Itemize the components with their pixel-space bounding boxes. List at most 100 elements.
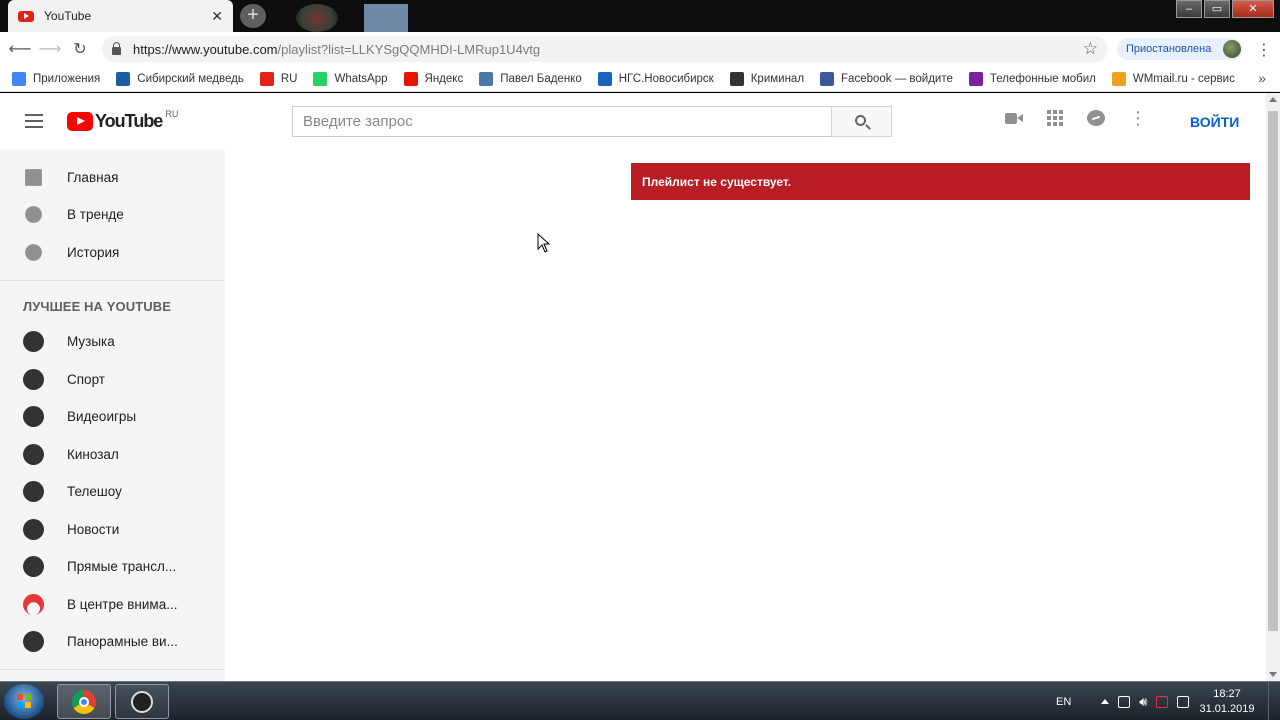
- profile-button[interactable]: Приостановлена: [1117, 38, 1243, 60]
- guide-item-label: История: [67, 245, 120, 260]
- reload-icon[interactable]: ↻: [65, 39, 95, 59]
- scroll-down-icon[interactable]: [1269, 672, 1277, 677]
- bookmark-label: Приложения: [33, 72, 101, 85]
- bookmark-item[interactable]: Телефонные мобил: [968, 71, 1096, 86]
- masthead: YouTube RU ⋮ ВОЙТИ: [0, 93, 1266, 149]
- guide-item[interactable]: Видеоигры: [0, 398, 225, 435]
- yandex-icon: [403, 71, 418, 86]
- scroll-up-icon[interactable]: [1269, 97, 1277, 102]
- volume-icon[interactable]: 🔊︎: [1139, 694, 1147, 710]
- bookmark-label: Facebook — войдите: [841, 72, 953, 85]
- create-video-icon[interactable]: [1005, 111, 1023, 125]
- bookmark-item[interactable]: НГС.Новосибирск: [597, 71, 714, 86]
- tab-close-icon[interactable]: ✕: [211, 8, 223, 25]
- wmmail-icon: [1111, 71, 1126, 86]
- url-path: /playlist?list=LLKYSgQQMHDI-LMRup1U4vtg: [277, 41, 541, 57]
- bookmark-item[interactable]: Facebook — войдите: [820, 71, 953, 86]
- whatsapp-icon: [313, 71, 328, 86]
- movies-icon: [23, 443, 44, 465]
- guide-item[interactable]: Прямые трансл...: [0, 548, 225, 585]
- guide-item[interactable]: Музыка: [0, 323, 225, 360]
- bookmark-item[interactable]: Криминал: [729, 71, 805, 86]
- close-window-button[interactable]: ✕: [1232, 0, 1274, 18]
- bookmark-label: Павел Баденко: [500, 72, 582, 85]
- network-warning-icon[interactable]: [1156, 695, 1169, 708]
- guide-sidebar: Главная В тренде История ЛУЧШЕЕ НА YOUTUBE М…: [0, 149, 225, 681]
- browser-tab-strip: YouTube ✕ + – ▭ ✕: [0, 0, 1280, 32]
- guide-item[interactable]: Кинозал: [0, 436, 225, 473]
- clock[interactable]: 18:27 31.01.2019: [1196, 687, 1258, 717]
- vr-icon: [23, 631, 44, 652]
- bookmarks-overflow-icon[interactable]: »: [1258, 70, 1266, 86]
- guide-item[interactable]: Главная: [0, 159, 225, 196]
- address-bar[interactable]: https://www.youtube.com/playlist?list=LL…: [102, 36, 1108, 62]
- guide-item-label: Прямые трансл...: [67, 559, 177, 574]
- maximize-button[interactable]: ▭: [1204, 0, 1230, 18]
- bookmark-label: WMmail.ru - сервис: [1132, 72, 1235, 85]
- bookmark-item[interactable]: RU: [259, 71, 297, 86]
- clock-date: 31.01.2019: [1199, 703, 1255, 715]
- guide-item[interactable]: В центре внима...: [0, 586, 225, 623]
- page-scrollbar[interactable]: [1266, 93, 1280, 681]
- apps-grid-icon: [12, 71, 26, 86]
- taskbar-chrome[interactable]: [57, 684, 111, 719]
- desktop-screen: YouTube ✕ + – ▭ ✕ ⟵ ⟶ ↻ https://www.yout…: [0, 0, 1280, 720]
- search-input[interactable]: [303, 113, 831, 130]
- windows-taskbar: EN 🔊︎ 18:27 31.01.2019: [0, 681, 1280, 720]
- guide-item-label: В центре внима...: [67, 596, 178, 612]
- settings-more-icon[interactable]: ⋮: [1129, 109, 1147, 127]
- search-button[interactable]: [831, 106, 892, 137]
- youtube-icon: [259, 71, 274, 86]
- start-button[interactable]: [4, 684, 44, 719]
- guide-item[interactable]: В тренде: [0, 196, 225, 233]
- guide-item[interactable]: История: [0, 234, 225, 271]
- guide-item[interactable]: Панорамные ви...: [0, 623, 225, 660]
- guide-item[interactable]: Спорт: [0, 361, 225, 398]
- bookmark-label: Яндекс: [424, 72, 464, 85]
- messages-icon[interactable]: [1087, 110, 1105, 126]
- youtube-favicon-icon: [18, 10, 34, 22]
- back-arrow-icon[interactable]: ⟵: [5, 39, 35, 59]
- guide-item-label: Панорамные ви...: [67, 634, 178, 649]
- window-controls: – ▭ ✕: [1176, 0, 1274, 18]
- bookmarks-bar: Приложения Сибирский медведь RU WhatsApp Янд…: [0, 66, 1280, 92]
- browser-tab[interactable]: YouTube ✕: [8, 0, 233, 32]
- chrome-icon: [72, 690, 96, 714]
- bookmark-label: НГС.Новосибирск: [618, 72, 714, 85]
- bookmark-item[interactable]: WMmail.ru - сервис: [1111, 71, 1235, 86]
- action-center-icon[interactable]: [1177, 695, 1190, 708]
- flame-icon: [25, 206, 42, 223]
- browser-menu-icon[interactable]: ⋮: [1256, 40, 1272, 60]
- scrollbar-thumb[interactable]: [1268, 111, 1278, 631]
- music-icon: [23, 331, 44, 352]
- guide-divider: [0, 669, 225, 670]
- minimize-button[interactable]: –: [1176, 0, 1202, 18]
- sign-in-button[interactable]: ВОЙТИ: [1190, 114, 1239, 130]
- bookmark-star-icon[interactable]: ☆: [1083, 39, 1098, 59]
- bookmark-item[interactable]: Яндекс: [403, 71, 464, 86]
- guide-item[interactable]: Новости: [0, 511, 225, 548]
- show-hidden-icons-icon[interactable]: [1101, 699, 1110, 704]
- language-indicator[interactable]: EN: [1056, 696, 1071, 708]
- background-window-thumbnail: [296, 4, 338, 32]
- apps-grid-icon[interactable]: [1047, 110, 1063, 126]
- bear-icon: [116, 71, 131, 86]
- bookmark-item[interactable]: WhatsApp: [313, 71, 388, 86]
- tv-icon: [23, 481, 44, 502]
- guide-menu-icon[interactable]: [25, 114, 43, 128]
- forward-arrow-icon[interactable]: ⟶: [35, 39, 65, 59]
- youtube-logo[interactable]: YouTube RU: [67, 109, 178, 132]
- bookmark-item[interactable]: Павел Баденко: [479, 71, 582, 86]
- new-tab-button[interactable]: +: [240, 4, 266, 28]
- taskbar-obs[interactable]: [115, 684, 169, 719]
- bookmark-item[interactable]: Сибирский медведь: [116, 71, 244, 86]
- show-desktop-button[interactable]: [1268, 682, 1280, 720]
- browser-toolbar: ⟵ ⟶ ↻ https://www.youtube.com/playlist?l…: [0, 32, 1280, 66]
- guide-item-label: Спорт: [67, 371, 105, 387]
- lock-icon[interactable]: [112, 41, 121, 55]
- profile-status: Приостановлена: [1126, 43, 1212, 55]
- power-icon[interactable]: [1118, 695, 1131, 708]
- bookmark-item[interactable]: Приложения: [12, 71, 101, 86]
- guide-item[interactable]: Телешоу: [0, 473, 225, 510]
- bookmark-label: Криминал: [750, 72, 805, 85]
